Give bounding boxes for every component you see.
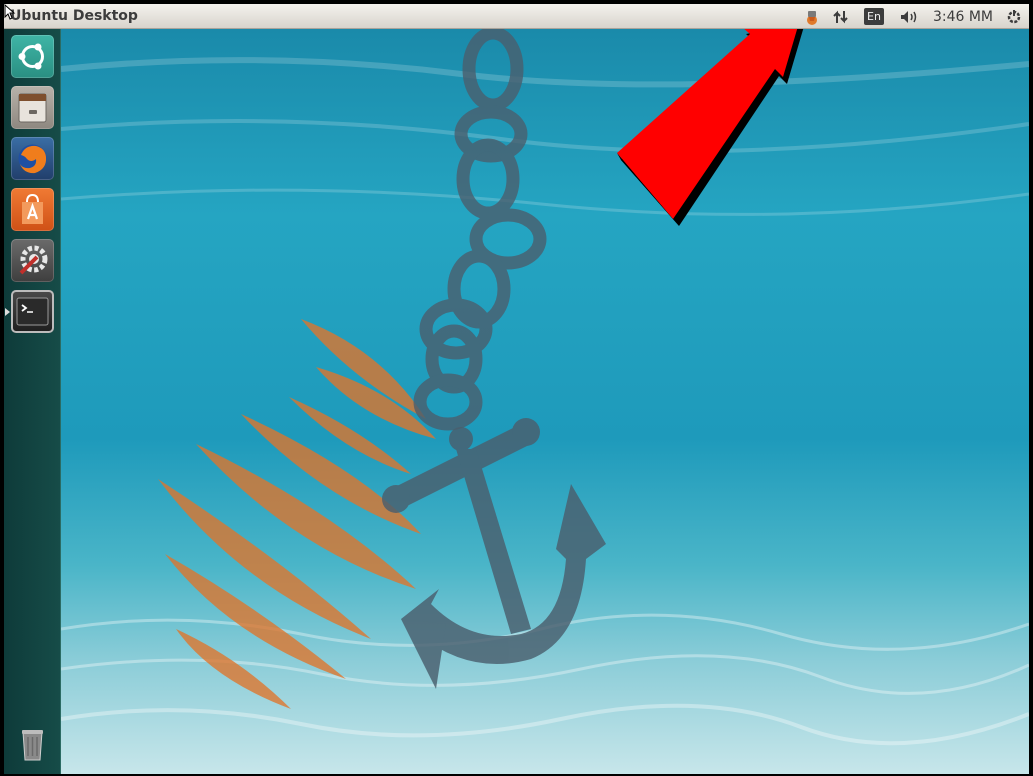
desktop-wallpaper [61,29,1029,774]
speaker-icon [901,10,917,23]
clock[interactable]: 3:46 MM [927,4,999,29]
red-highlight-arrow [617,29,804,226]
network-indicator[interactable] [825,4,857,29]
session-indicator[interactable] [999,4,1029,29]
shopping-bag-icon [22,193,43,224]
launcher-item-terminal[interactable] [11,290,54,333]
launcher-item-trash[interactable] [11,722,54,765]
terminal-icon [16,297,49,326]
screen: Ubuntu Desktop En 3:46 MM [0,0,1033,776]
mouse-cursor-icon [4,4,16,20]
app-indicator[interactable] [799,4,825,29]
keyboard-indicator[interactable]: En [857,4,891,29]
gear-power-icon [1007,9,1021,23]
launcher-item-firefox[interactable] [11,137,54,180]
app-indicator-icon [807,10,817,25]
window-title: Ubuntu Desktop [10,8,138,24]
trash-icon [22,730,43,761]
file-cabinet-icon [18,93,47,123]
launcher-item-files[interactable] [11,86,54,129]
top-panel: Ubuntu Desktop En 3:46 MM [4,4,1029,29]
sound-indicator[interactable] [891,4,927,29]
firefox-icon [18,144,47,174]
active-app-arrow [5,308,10,316]
network-arrows-icon [833,10,848,23]
indicator-area: En 3:46 MM [799,4,1029,29]
launcher-item-dash-home[interactable] [11,35,54,78]
launcher [4,29,61,774]
launcher-item-system-settings[interactable] [11,239,54,282]
keyboard-layout-label: En [864,8,884,25]
launcher-item-software-center[interactable] [11,188,54,231]
ubuntu-logo-icon [18,43,44,70]
settings-wrench-icon [19,245,48,275]
